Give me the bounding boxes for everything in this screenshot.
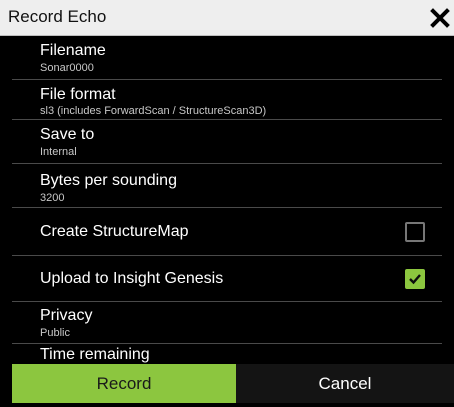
filename-row[interactable]: Filename Sonar0000 [12,36,442,80]
cancel-button[interactable]: Cancel [236,364,454,403]
upload-insight-genesis-checkbox[interactable] [405,269,425,289]
dialog-titlebar: Record Echo [0,0,454,36]
bytes-per-sounding-label: Bytes per sounding [40,172,177,189]
upload-insight-genesis-label: Upload to Insight Genesis [40,270,224,287]
save-to-row[interactable]: Save to Internal [12,120,442,164]
save-to-label: Save to [40,126,95,143]
file-format-value: sl3 (includes ForwardScan / StructureSca… [40,105,267,117]
upload-insight-genesis-row[interactable]: Upload to Insight Genesis [12,256,442,302]
privacy-row[interactable]: Privacy Public [12,302,442,344]
save-to-value: Internal [40,146,77,158]
bytes-per-sounding-value: 3200 [40,192,65,204]
file-format-row[interactable]: File format sl3 (includes ForwardScan / … [12,80,442,120]
filename-value: Sonar0000 [40,62,94,74]
privacy-label: Privacy [40,307,93,324]
create-structuremap-label: Create StructureMap [40,223,189,240]
record-echo-dialog: Record Echo Filename Sonar0000 File form… [0,0,454,407]
time-remaining-row[interactable]: Time remaining [12,344,442,364]
dialog-title: Record Echo [8,7,107,26]
create-structuremap-checkbox[interactable] [405,222,425,242]
file-format-label: File format [40,86,116,103]
settings-list: Filename Sonar0000 File format sl3 (incl… [12,36,454,364]
create-structuremap-row[interactable]: Create StructureMap [12,208,442,256]
record-button[interactable]: Record [12,364,236,403]
dialog-footer: Record Cancel [0,364,454,407]
filename-label: Filename [40,42,106,59]
time-remaining-label: Time remaining [40,346,150,363]
checkmark-icon [409,274,421,285]
bytes-per-sounding-row[interactable]: Bytes per sounding 3200 [12,164,442,208]
close-icon [430,8,450,28]
privacy-value: Public [40,327,70,339]
close-button[interactable] [426,0,454,36]
